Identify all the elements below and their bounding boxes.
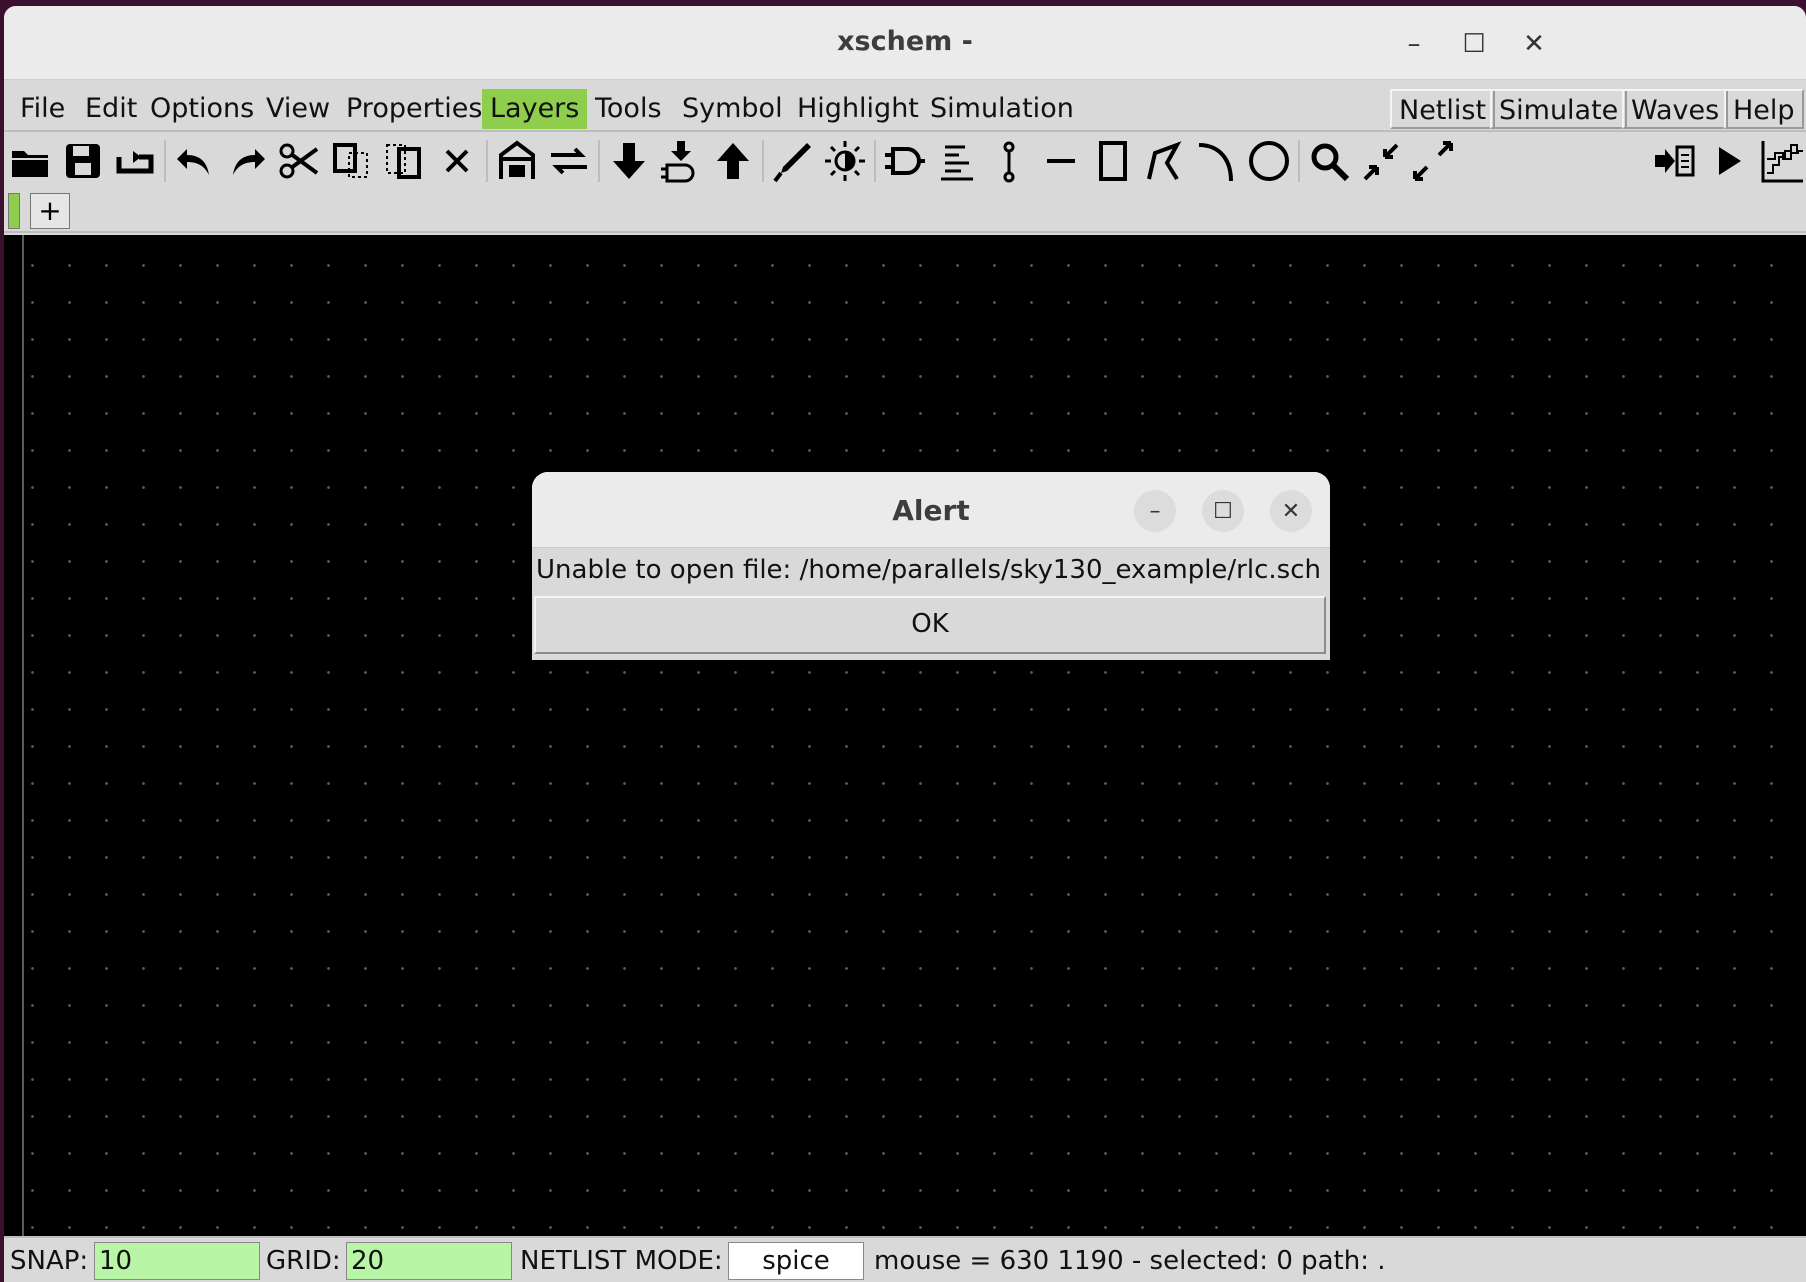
reload-icon[interactable] — [110, 136, 160, 186]
maximize-icon[interactable]: ☐ — [1456, 26, 1492, 62]
polygon-icon[interactable] — [1140, 136, 1190, 186]
menu-highlight[interactable]: Highlight — [789, 89, 927, 129]
menu-netlist[interactable]: Netlist — [1390, 89, 1496, 129]
symbol-icon[interactable] — [880, 136, 930, 186]
descend-icon[interactable] — [604, 136, 654, 186]
pin-icon[interactable] — [984, 136, 1034, 186]
push-icon[interactable] — [492, 136, 542, 186]
alert-dialog: Alert – ☐ ✕ Unable to open file: /home/p… — [532, 472, 1330, 660]
status-bar: SNAP: 10 GRID: 20 NETLIST MODE: spice mo… — [4, 1236, 1806, 1282]
menu-tools[interactable]: Tools — [587, 89, 670, 129]
wire-icon[interactable] — [768, 136, 818, 186]
dialog-close-icon[interactable]: ✕ — [1270, 490, 1312, 532]
line-icon[interactable] — [1036, 136, 1086, 186]
highlight-icon[interactable] — [820, 136, 870, 186]
netlist-mode-field[interactable]: spice — [728, 1242, 864, 1280]
simulate-icon[interactable] — [1704, 136, 1754, 186]
zoom-full-icon[interactable] — [1408, 136, 1458, 186]
waves-icon[interactable] — [1756, 136, 1806, 186]
minimize-icon[interactable]: – — [1396, 26, 1432, 62]
pop-icon[interactable] — [544, 136, 594, 186]
title-bar: xschem - – ☐ ✕ — [4, 6, 1806, 80]
close-icon[interactable]: ✕ — [1516, 26, 1552, 62]
netlabel-icon[interactable] — [932, 136, 982, 186]
menu-bar: File Edit Options View Properties Layers… — [4, 86, 1806, 132]
move-icon[interactable] — [380, 136, 430, 186]
circle-icon[interactable] — [1244, 136, 1294, 186]
menu-waves[interactable]: Waves — [1622, 89, 1729, 129]
alert-title-bar: Alert – ☐ ✕ — [532, 472, 1330, 548]
zoom-icon[interactable] — [1304, 136, 1354, 186]
menu-simulation[interactable]: Simulation — [922, 89, 1082, 129]
open-icon[interactable] — [6, 136, 56, 186]
canvas-margin — [4, 235, 24, 1236]
add-tab-button[interactable]: + — [30, 193, 70, 229]
toolbar — [4, 134, 1806, 188]
zoom-in-icon[interactable] — [1356, 136, 1406, 186]
rect-icon[interactable] — [1088, 136, 1138, 186]
menu-layers[interactable]: Layers — [482, 89, 588, 129]
copy-icon[interactable] — [326, 136, 376, 186]
undo-icon[interactable] — [170, 136, 220, 186]
status-info: mouse = 630 1190 - selected: 0 path: . — [874, 1246, 1386, 1276]
ascend-icon[interactable] — [708, 136, 758, 186]
dialog-minimize-icon[interactable]: – — [1134, 490, 1176, 532]
netlist-mode-label: NETLIST MODE: — [520, 1246, 723, 1276]
menu-file[interactable]: File — [12, 89, 73, 129]
redo-icon[interactable] — [222, 136, 272, 186]
snap-label: SNAP: — [10, 1246, 89, 1276]
arc-icon[interactable] — [1192, 136, 1242, 186]
menu-options[interactable]: Options — [142, 89, 262, 129]
snap-field[interactable]: 10 — [94, 1242, 260, 1280]
ok-button[interactable]: OK — [534, 596, 1326, 654]
menu-view[interactable]: View — [258, 89, 338, 129]
grid-field[interactable]: 20 — [346, 1242, 512, 1280]
descend-symbol-icon[interactable] — [656, 136, 706, 186]
menu-simulate[interactable]: Simulate — [1490, 89, 1628, 129]
alert-message: Unable to open file: /home/parallels/sky… — [532, 550, 1330, 590]
delete-icon[interactable] — [432, 136, 482, 186]
tab-bar: + — [4, 189, 1806, 233]
tab-current[interactable] — [8, 193, 20, 229]
menu-edit[interactable]: Edit — [77, 89, 145, 129]
cut-icon[interactable] — [274, 136, 324, 186]
menu-help[interactable]: Help — [1724, 89, 1804, 129]
menu-properties[interactable]: Properties — [338, 89, 490, 129]
netlist-icon[interactable] — [1650, 136, 1700, 186]
save-icon[interactable] — [58, 136, 108, 186]
menu-symbol[interactable]: Symbol — [674, 89, 791, 129]
grid-label: GRID: — [266, 1246, 341, 1276]
dialog-maximize-icon[interactable]: ☐ — [1202, 490, 1244, 532]
schematic-canvas[interactable] — [4, 235, 1806, 1236]
